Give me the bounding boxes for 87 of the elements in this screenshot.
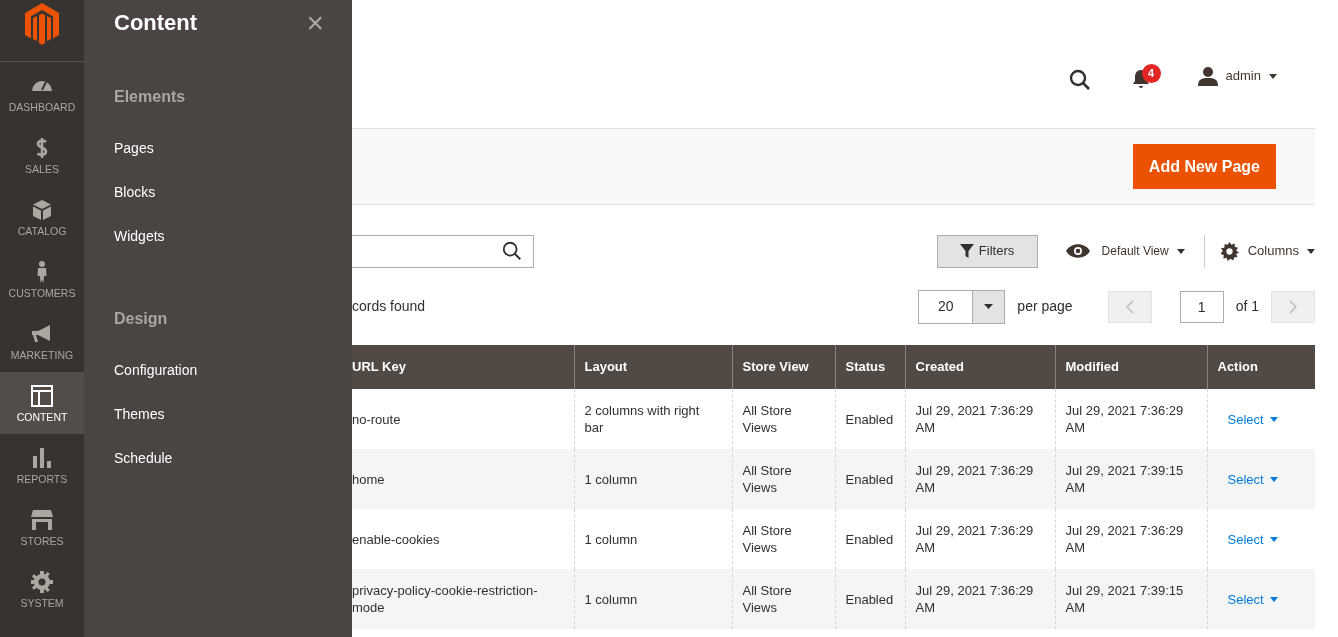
per-page-select[interactable]: 20 [918,289,1006,324]
select-link[interactable]: Select [1217,410,1305,428]
column-header[interactable]: URL Key [352,345,574,389]
menu-link[interactable]: Themes [114,405,165,423]
table-cell: Jul 29, 2021 7:36:29 AM [915,523,1034,555]
column-header[interactable]: Created [905,345,1055,389]
sidebar-item[interactable]: MARKETING [0,310,84,372]
per-page-label: per page [1017,297,1073,316]
table-cell: 1 column [584,471,638,487]
sidebar-item[interactable]: CATALOG [0,186,84,248]
gear-icon [30,569,54,594]
table-cell: Enabled [845,471,894,487]
caret-icon [1176,248,1185,254]
table-cell: Jul 29, 2021 7:36:29 AM [1065,523,1184,555]
page-total: of 1 [1235,297,1259,316]
menu-link[interactable]: Widgets [114,227,165,245]
table-cell: Jul 29, 2021 7:36:29 AM [915,583,1034,615]
column-header[interactable]: Layout [574,345,732,389]
caret-icon [1269,73,1277,79]
close-button[interactable]: × [306,8,324,38]
sidebar-item[interactable]: CUSTOMERS [0,248,84,310]
table-cell: 1 column [584,531,638,547]
caret-icon [1269,536,1278,542]
section-heading: Elements [114,87,187,107]
caret-icon [1269,476,1278,482]
search-icon[interactable] [501,240,523,262]
sidebar-item[interactable]: STORES [0,496,84,558]
caret-icon [1269,416,1278,422]
settings-icon [1219,241,1239,261]
menu-link[interactable]: Configuration [114,361,198,379]
table-cell: Jul 29, 2021 7:39:15 AM [1065,583,1184,615]
chevron-right-icon [1289,299,1297,314]
table-cell: Jul 29, 2021 7:36:29 AM [1065,403,1184,435]
table-cell: Jul 29, 2021 7:36:29 AM [915,463,1034,495]
menu-link[interactable]: Schedule [114,449,173,467]
bar-chart-icon [30,445,54,470]
select-link[interactable]: Select [1217,470,1305,488]
sidebar-item[interactable]: SYSTEM [0,558,84,620]
funnel-icon [959,244,974,258]
table-cell: 1 column [584,591,638,607]
menu-link[interactable]: Blocks [114,183,156,201]
column-header[interactable]: Action [1207,345,1315,389]
table-cell: Jul 29, 2021 7:36:29 AM [915,403,1034,435]
select-link[interactable]: Select [1217,590,1305,608]
sidebar-item[interactable]: REPORTS [0,434,84,496]
caret-icon [984,304,994,309]
table-cell: privacy-policy-cookie-restriction-mode [352,583,538,615]
menu-link[interactable]: Pages [114,139,154,157]
page-number-field[interactable]: 1 [1179,290,1224,323]
view-dropdown[interactable]: Default View [1101,234,1205,268]
caret-icon [1269,596,1278,602]
column-header[interactable]: Modified [1055,345,1207,389]
table-cell: enable-cookies [352,531,440,547]
sidebar-item[interactable]: DASHBOARD [0,62,84,124]
column-header[interactable]: Status [835,345,905,389]
chevron-left-icon [1125,299,1134,314]
table-cell: 2 columns with right bar [584,403,700,435]
caret-icon [1307,248,1315,254]
add-new-page-button[interactable]: Add New Page [1132,144,1276,189]
eye-icon [1065,244,1090,258]
sidebar-item[interactable]: CONTENT [0,372,84,434]
select-link[interactable]: Select [1217,530,1305,548]
storefront-icon [30,507,54,532]
table-cell: Enabled [845,591,894,607]
table-cell: Enabled [845,531,894,547]
table-cell: home [352,471,385,487]
sidebar-item[interactable]: SALES [0,124,84,186]
table-cell: Enabled [845,411,894,427]
box-icon [30,197,54,222]
table-cell: All Store Views [742,583,792,615]
search-field[interactable] [352,234,534,268]
logo-icon[interactable] [25,3,59,45]
user-menu[interactable]: admin [1225,66,1261,86]
columns-dropdown[interactable]: Columns [1247,241,1315,261]
filters-button[interactable]: Filters [936,234,1038,268]
section-heading: Design [114,309,169,329]
table-cell: All Store Views [742,463,792,495]
layout-icon [30,383,54,408]
menu-title: Content [114,9,198,37]
table-cell: no-route [352,411,401,427]
search-icon[interactable] [1067,68,1092,92]
records-found-text: cords found [352,297,426,316]
table-cell: All Store Views [742,523,792,555]
column-header[interactable]: Store View [732,345,835,389]
table-cell: All Store Views [742,403,792,435]
table-cell: Jul 29, 2021 7:39:15 AM [1065,463,1184,495]
user-icon [1197,66,1218,86]
